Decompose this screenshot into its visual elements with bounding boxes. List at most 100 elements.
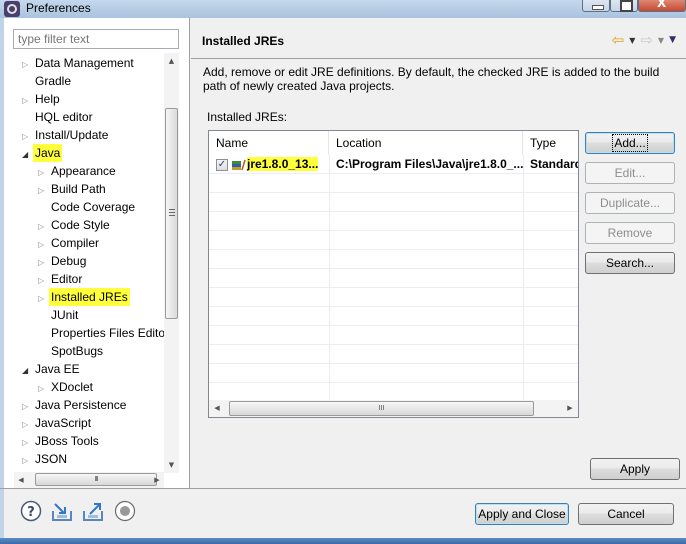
svg-text:?: ? (27, 505, 35, 520)
maximize-button[interactable] (610, 0, 638, 12)
back-arrow-icon[interactable]: ⇦ (612, 32, 625, 48)
cancel-button[interactable]: Cancel (578, 503, 674, 525)
remove-button-label: Remove (607, 226, 653, 240)
column-header-location[interactable]: Location (329, 131, 523, 155)
empty-row (209, 174, 578, 193)
scroll-left-arrow-icon[interactable]: ◀ (209, 400, 225, 417)
tree-item[interactable]: ▷ Appearance (38, 162, 118, 180)
tree-item[interactable]: ▷ Compiler (38, 234, 101, 252)
tree-item[interactable]: ▷ JavaScript (22, 414, 93, 432)
export-icon[interactable] (82, 500, 104, 522)
close-button[interactable] (638, 0, 686, 12)
help-icon[interactable]: ? (20, 500, 42, 522)
window-controls (582, 0, 686, 12)
tree-item-label: Debug (51, 254, 87, 268)
scroll-up-arrow-icon[interactable]: ▲ (164, 53, 179, 69)
page-navigation: ⇦ ▼ ⇨ ▼ ▼ (612, 32, 676, 48)
tree-item[interactable]: SpotBugs (38, 342, 105, 360)
apply-and-close-label: Apply and Close (478, 507, 566, 521)
collapse-arrow-icon[interactable]: ◢ (22, 146, 33, 164)
tree-item-label: JavaScript (35, 416, 92, 430)
expand-arrow-icon[interactable]: ▷ (22, 452, 33, 470)
tree-vertical-scrollbar[interactable]: ▲ ▼ (164, 53, 179, 473)
tree-item[interactable]: ▷ Build Path (38, 180, 108, 198)
tree-item-label: Installed JREs (49, 288, 130, 306)
add-button-label: Add... (612, 134, 648, 152)
view-menu-icon[interactable]: ▼ (669, 35, 676, 45)
filter-input[interactable] (13, 29, 179, 49)
back-dropdown-icon[interactable]: ▼ (629, 36, 635, 45)
tree-item[interactable]: ▷ JBoss Tools (22, 432, 101, 450)
tree-item[interactable]: ▷ Editor (38, 270, 84, 288)
scroll-thumb[interactable]: III (229, 401, 534, 416)
tree-item[interactable]: ▷ Help (22, 90, 62, 108)
scroll-left-arrow-icon[interactable]: ◀ (14, 472, 28, 488)
table-row[interactable]: ✓ jre1.8.0_13... C:\Program Files\Java\j… (209, 155, 578, 174)
scroll-thumb[interactable]: III (35, 473, 157, 486)
tree-item[interactable]: ▷ XDoclet (38, 378, 95, 396)
grip-icon (169, 209, 175, 216)
tree-item-label: JUnit (51, 308, 79, 322)
tree-horizontal-scrollbar[interactable]: ◀ III ▶ (14, 472, 164, 488)
apply-button[interactable]: Apply (590, 458, 680, 480)
window-title: Preferences (26, 1, 91, 15)
empty-row (209, 212, 578, 231)
tree-item-label: Build Path (51, 182, 106, 196)
preferences-tree-pane: ▷Data ManagementGradle▷HelpHQL editor▷In… (4, 18, 190, 488)
tree-item-label: Code Style (51, 218, 110, 232)
tree-item[interactable]: HQL editor (22, 108, 95, 126)
tree-item[interactable]: ▷ Installed JREs (38, 288, 130, 306)
column-header-name[interactable]: Name (209, 131, 329, 155)
tree-item-label: Install/Update (35, 128, 109, 142)
scroll-thumb[interactable] (165, 108, 178, 319)
tree-item-label: Java EE (35, 362, 80, 376)
search-button[interactable]: Search... (585, 252, 675, 274)
empty-row (209, 288, 578, 307)
apply-and-close-button[interactable]: Apply and Close (475, 503, 569, 525)
forward-arrow-icon[interactable]: ⇨ (640, 32, 653, 48)
duplicate-button-label: Duplicate... (599, 196, 661, 210)
tree-item[interactable]: Properties Files Editor (38, 324, 164, 342)
tree-item[interactable]: ◢ Java (22, 144, 63, 164)
jre-type-cell: Standard (530, 157, 579, 171)
edit-button[interactable]: Edit... (585, 162, 675, 184)
eclipse-app-icon (4, 1, 20, 17)
tree-item[interactable]: ▷ Debug (38, 252, 88, 270)
tree-item[interactable]: JUnit (38, 306, 80, 324)
tree-item[interactable]: ▷ Java Persistence (22, 396, 128, 414)
title-bar[interactable]: Preferences (0, 0, 686, 18)
tree-item[interactable]: ▷ Code Style (38, 216, 112, 234)
forward-dropdown-icon[interactable]: ▼ (658, 36, 664, 45)
duplicate-button[interactable]: Duplicate... (585, 192, 675, 214)
jre-location-cell: C:\Program Files\Java\jre1.8.0_... (336, 157, 523, 171)
remove-button[interactable]: Remove (585, 222, 675, 244)
scroll-right-arrow-icon[interactable]: ▶ (562, 400, 578, 417)
jre-name-cell: jre1.8.0_13... (241, 155, 329, 174)
tree-item[interactable]: Code Coverage (38, 198, 137, 216)
column-header-type[interactable]: Type (523, 131, 578, 155)
scroll-right-arrow-icon[interactable]: ▶ (150, 472, 164, 488)
page-title: Installed JREs (202, 34, 285, 48)
tree-item[interactable]: ▷ Data Management (22, 54, 136, 72)
tree-item-label: HQL editor (35, 110, 93, 124)
record-icon[interactable] (114, 500, 136, 522)
minimize-button[interactable] (582, 0, 610, 12)
edit-button-label: Edit... (614, 166, 646, 180)
jre-checkbox[interactable]: ✓ (216, 159, 228, 171)
page-description: Add, remove or edit JRE definitions. By … (203, 65, 660, 93)
search-button-label: Search... (605, 256, 655, 270)
tree-item[interactable]: ◢ Java EE (22, 360, 82, 378)
preferences-window: Preferences ▷Data ManagementGradle▷HelpH… (0, 0, 686, 544)
tree-item-label: Help (35, 92, 60, 106)
add-button[interactable]: Add... (585, 132, 675, 154)
collapse-arrow-icon[interactable]: ◢ (22, 362, 33, 380)
tree-item[interactable]: ▷ JSON (22, 450, 69, 468)
tree-item[interactable]: Gradle (22, 72, 73, 90)
apply-button-label: Apply (619, 462, 651, 476)
tree-item[interactable]: ▷ Install/Update (22, 126, 110, 144)
scroll-down-arrow-icon[interactable]: ▼ (164, 457, 179, 473)
import-icon[interactable] (51, 500, 73, 522)
empty-row (209, 250, 578, 269)
table-horizontal-scrollbar[interactable]: ◀ III ▶ (209, 400, 578, 417)
cancel-label: Cancel (607, 507, 645, 521)
